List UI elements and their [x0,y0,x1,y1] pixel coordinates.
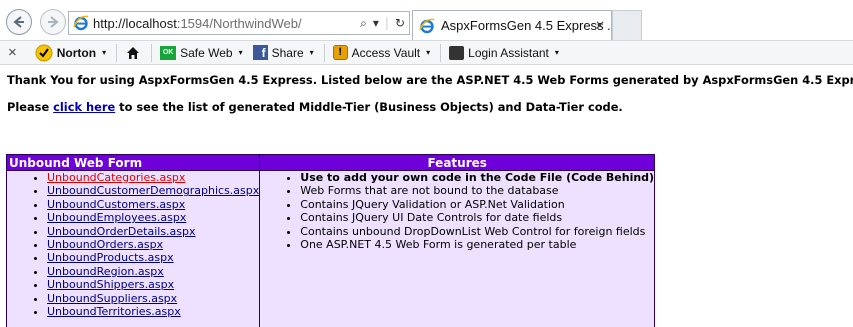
form-link[interactable]: UnboundShippers.aspx [47,278,174,291]
features-list: Use to add your own code in the Code Fil… [260,171,654,251]
safe-web-label: Safe Web [180,45,233,60]
back-button[interactable] [6,9,32,35]
toolbar-divider [323,43,325,62]
divider: | [384,16,389,30]
feature-item: Use to add your own code in the Code Fil… [300,171,654,184]
forms-cell: UnboundCategories.aspxUnboundCustomerDem… [5,170,261,327]
refresh-icon[interactable]: ↻ [395,16,405,30]
form-link[interactable]: UnboundEmployees.aspx [47,211,186,224]
form-link[interactable]: UnboundCategories.aspx [47,171,185,184]
share-button[interactable]: f Share ▾ [252,45,314,60]
safe-web-ok-icon: OK [160,45,177,60]
home-icon [127,46,140,59]
click-here-link[interactable]: click here [53,100,115,114]
home-button[interactable] [125,45,141,61]
toolbar-divider [116,43,118,62]
please-suffix: to see the list of generated Middle-Tier… [115,100,623,114]
page-content: Thank You for using AspxFormsGen 4.5 Exp… [0,66,853,327]
access-vault-button[interactable]: ! Access Vault ▾ [332,45,431,60]
form-link[interactable]: UnboundRegion.aspx [47,265,164,278]
features-cell: Use to add your own code in the Code Fil… [259,170,656,327]
instructions-line: Please click here to see the list of gen… [7,100,623,114]
toolbar-divider [440,43,442,62]
feature-item: Web Forms that are not bound to the data… [300,184,654,197]
chevron-down-icon: ▾ [102,48,107,57]
unbound-web-form-header: Unbound Web Form [5,154,261,171]
access-vault-label: Access Vault [351,45,421,60]
ie-logo-icon [419,18,435,34]
safe-web-button[interactable]: OK Safe Web ▾ [160,45,243,60]
features-header: Features [259,154,656,171]
list-item: UnboundCategories.aspx [47,171,259,184]
chevron-down-icon: ▾ [309,48,314,57]
search-icon[interactable]: ⌕ [360,16,367,31]
close-tab-icon[interactable]: × [595,18,605,32]
chevron-down-icon: ▾ [238,48,243,57]
url-path: :1594/NorthwindWeb/ [176,15,302,31]
feature-item: Contains JQuery UI Date Controls for dat… [300,211,654,224]
web-forms-table: Unbound Web Form Features UnboundCategor… [5,154,656,327]
browser-titlebar: http://localhost:1594/NorthwindWeb/ ⌕ ▾ … [0,0,853,40]
tab-title: AspxFormsGen 4.5 Express ... [441,18,619,33]
norton-button[interactable]: Norton ▾ [35,44,106,62]
form-link[interactable]: UnboundSuppliers.aspx [47,292,177,305]
tab-aspxformsgen[interactable]: AspxFormsGen 4.5 Express ... × [412,10,618,40]
arrow-right-icon [48,16,59,28]
list-item: UnboundProducts.aspx [47,251,259,264]
list-item: UnboundEmployees.aspx [47,211,259,224]
list-item: UnboundCustomerDemographics.aspx [47,184,259,197]
list-item: UnboundOrders.aspx [47,238,259,251]
toolbar-divider [151,43,153,62]
norton-toolbar: × Norton ▾ OK Safe Web ▾ f Share ▾ ! Acc… [0,40,853,65]
thanks-message: Thank You for using AspxFormsGen 4.5 Exp… [7,73,853,87]
norton-check-icon [35,44,53,61]
list-item: UnboundTerritories.aspx [47,305,259,318]
list-item: UnboundRegion.aspx [47,265,259,278]
form-link[interactable]: UnboundOrders.aspx [47,238,163,251]
form-link[interactable]: UnboundCustomers.aspx [47,198,185,211]
list-item: UnboundCustomers.aspx [47,198,259,211]
list-item: UnboundOrderDetails.aspx [47,225,259,238]
please-prefix: Please [7,100,54,114]
form-link[interactable]: UnboundCustomerDemographics.aspx [47,184,259,197]
chevron-down-icon: ▾ [426,48,431,57]
vault-icon: ! [332,45,348,60]
form-link[interactable]: UnboundTerritories.aspx [47,305,181,318]
share-label: Share [271,45,304,60]
new-tab-button[interactable] [612,10,642,40]
address-bar[interactable]: http://localhost:1594/NorthwindWeb/ ⌕ ▾ … [68,11,410,35]
form-link[interactable]: UnboundProducts.aspx [47,251,174,264]
facebook-icon: f [252,45,268,60]
form-link[interactable]: UnboundOrderDetails.aspx [47,225,196,238]
ie-logo-icon [73,15,89,31]
feature-item: One ASP.NET 4.5 Web Form is generated pe… [300,238,654,251]
login-assistant-icon [449,45,465,60]
url-host: http://localhost [93,15,177,31]
address-url[interactable]: http://localhost:1594/NorthwindWeb/ [93,16,302,31]
chevron-down-icon[interactable]: ▾ [373,16,379,30]
login-assistant-button[interactable]: Login Assistant ▾ [449,45,559,60]
feature-item: Contains JQuery Validation or ASP.Net Va… [300,198,654,211]
list-item: UnboundSuppliers.aspx [47,292,259,305]
close-toolbar-icon[interactable]: × [8,44,17,61]
forms-list: UnboundCategories.aspxUnboundCustomerDem… [7,171,259,318]
norton-label: Norton [56,45,97,60]
login-assistant-label: Login Assistant [468,45,549,60]
chevron-down-icon: ▾ [554,48,559,57]
list-item: UnboundShippers.aspx [47,278,259,291]
feature-item: Contains unbound DropDownList Web Contro… [300,225,654,238]
arrow-left-icon [13,16,24,28]
forward-button[interactable] [40,9,66,35]
